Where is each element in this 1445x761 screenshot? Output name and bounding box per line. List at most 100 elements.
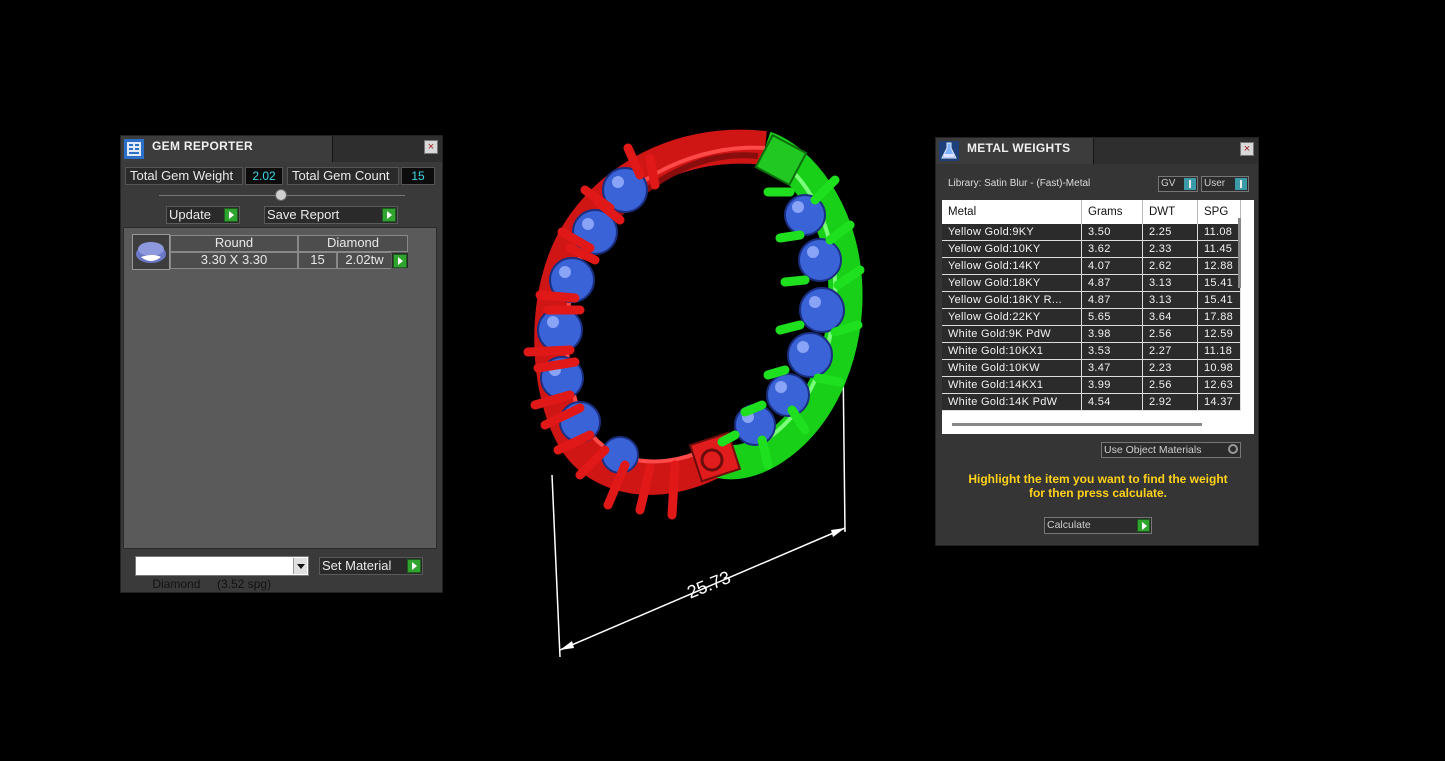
total-gem-count-value: 15 [401,167,435,185]
spg-cell: 14.37 [1197,393,1241,411]
table-row[interactable]: Yellow Gold:22KY 5.65 3.64 17.88 [942,308,1241,326]
grams-cell: 4.87 [1081,291,1143,309]
table-row[interactable]: White Gold:14K PdW 4.54 2.92 14.37 [942,393,1241,411]
table-row[interactable]: Yellow Gold:18KY 4.87 3.13 15.41 [942,274,1241,292]
spg-cell: 12.63 [1197,376,1241,394]
metal-name-cell: White Gold:14KX1 [942,376,1082,394]
gem-row-go-button[interactable] [391,252,409,269]
use-object-materials-label: Use Object Materials [1104,444,1202,456]
dimension-arrow-right [831,528,845,537]
dwt-cell: 2.23 [1142,359,1198,377]
close-icon[interactable]: × [424,140,438,154]
total-gem-weight-label: Total Gem Weight [125,167,243,185]
gem-material: Diamond [298,235,408,252]
play-icon [393,254,407,268]
horizontal-scrollbar[interactable] [952,423,1202,426]
grams-cell: 4.54 [1081,393,1143,411]
library-label: Library: Satin Blur - (Fast)-Metal [948,178,1091,189]
col-spg[interactable]: SPG [1197,200,1241,224]
col-grams[interactable]: Grams [1081,200,1143,224]
hint-line-2: for then press calculate. [1028,486,1168,500]
set-material-button[interactable]: Set Material [319,557,423,575]
gem-row[interactable]: Round Diamond 3.30 X 3.30 15 2.02tw [132,234,412,270]
update-button-label: Update [169,207,211,222]
gv-button[interactable]: GV [1158,176,1198,192]
info-icon [1184,178,1196,190]
metal-weights-title: METAL WEIGHTS [936,138,1094,164]
spg-cell: 17.88 [1197,308,1241,326]
grams-cell: 4.87 [1081,274,1143,292]
gem-report-icon [124,139,144,159]
metal-name-cell: White Gold:9K PdW [942,325,1082,343]
col-dwt[interactable]: DWT [1142,200,1198,224]
spg-cell: 11.08 [1197,224,1241,241]
spg-cell: 12.59 [1197,325,1241,343]
gem-thumbnail [132,234,170,270]
round-diamond-icon [136,242,166,263]
close-icon[interactable]: × [1240,142,1254,156]
dwt-cell: 2.62 [1142,257,1198,275]
table-row[interactable]: Yellow Gold:9KY 3.50 2.25 11.08 [942,224,1241,241]
play-icon [382,208,396,222]
play-icon [407,559,421,573]
flask-icon [939,141,959,161]
dwt-cell: 3.13 [1142,274,1198,292]
grams-cell: 3.99 [1081,376,1143,394]
calculate-button[interactable]: Calculate [1044,517,1152,534]
play-icon [224,208,238,222]
dwt-cell: 2.92 [1142,393,1198,411]
col-metal[interactable]: Metal [942,200,1082,224]
metal-name-cell: White Gold:10KX1 [942,342,1082,360]
gem-reporter-titlebar[interactable]: GEM REPORTER × [121,136,442,162]
spg-cell: 15.41 [1197,274,1241,292]
ring-viewport[interactable]: 25.73 [500,120,880,665]
dimension-value: 25.73 [684,567,733,602]
save-report-button-label: Save Report [267,207,340,222]
total-gem-weight-value: 2.02 [245,167,283,185]
metal-name-cell: Yellow Gold:22KY [942,308,1082,326]
splitter-handle[interactable] [275,189,287,201]
update-button[interactable]: Update [166,206,240,224]
hint-line-1: Highlight the item you want to find the … [968,472,1228,486]
save-report-button[interactable]: Save Report [264,206,398,224]
metal-name-cell: Yellow Gold:18KY [942,274,1082,292]
gem-reporter-title: GEM REPORTER [121,136,333,162]
table-row[interactable]: White Gold:10KX1 3.53 2.27 11.18 [942,342,1241,360]
gem-size: 3.30 X 3.30 [170,252,298,269]
table-row[interactable]: Yellow Gold:10KY 3.62 2.33 11.45 [942,240,1241,258]
grams-cell: 5.65 [1081,308,1143,326]
vertical-scrollbar[interactable] [1238,218,1241,288]
dimension-arrow-left [560,641,574,650]
dwt-cell: 3.13 [1142,291,1198,309]
spg-cell: 11.45 [1197,240,1241,258]
table-row[interactable]: Yellow Gold:14KY 4.07 2.62 12.88 [942,257,1241,275]
table-row[interactable]: White Gold:9K PdW 3.98 2.56 12.59 [942,325,1241,343]
calculate-button-label: Calculate [1047,519,1091,531]
metal-weights-titlebar[interactable]: METAL WEIGHTS × [936,138,1258,164]
dwt-cell: 3.64 [1142,308,1198,326]
chevron-down-icon [293,558,307,574]
gem-reporter-panel: GEM REPORTER × Total Gem Weight 2.02 Tot… [120,135,443,593]
set-material-button-label: Set Material [322,558,392,573]
spg-cell: 10.98 [1197,359,1241,377]
material-select-value: Diamond (3.52 spg) [152,577,272,591]
table-row[interactable]: Yellow Gold:18KY R... 4.87 3.13 15.41 [942,291,1241,309]
metal-table-container: Metal Grams DWT SPG Yellow Gold:9KY 3.50 2… [942,200,1254,434]
table-row[interactable]: White Gold:10KW 3.47 2.23 10.98 [942,359,1241,377]
gear-icon [1228,444,1238,454]
grams-cell: 3.62 [1081,240,1143,258]
dwt-cell: 2.56 [1142,325,1198,343]
gem-list: Round Diamond 3.30 X 3.30 15 2.02tw [123,227,437,549]
metal-name-cell: Yellow Gold:9KY [942,224,1082,241]
hint-text: Highlight the item you want to find the … [946,472,1250,500]
dwt-cell: 2.56 [1142,376,1198,394]
total-gem-count-label: Total Gem Count [287,167,399,185]
material-select[interactable]: Diamond (3.52 spg) [135,556,309,591]
dwt-cell: 2.27 [1142,342,1198,360]
info-icon [1235,178,1247,190]
dwt-cell: 2.33 [1142,240,1198,258]
table-row[interactable]: White Gold:14KX1 3.99 2.56 12.63 [942,376,1241,394]
use-object-materials-button[interactable]: Use Object Materials [1101,442,1241,458]
user-button[interactable]: User [1201,176,1249,192]
spg-cell: 11.18 [1197,342,1241,360]
